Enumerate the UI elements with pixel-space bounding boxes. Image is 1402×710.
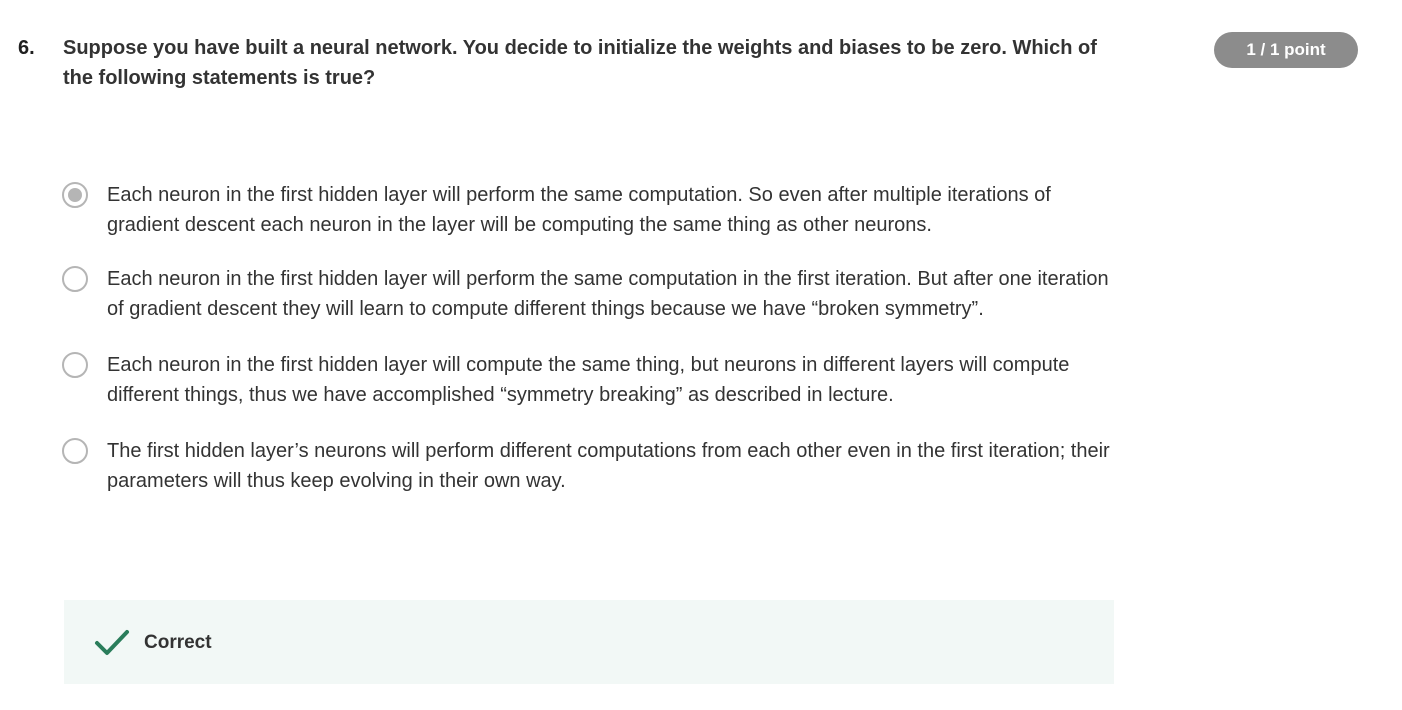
answer-option-4[interactable]: The first hidden layer’s neurons will pe… <box>62 436 1112 496</box>
radio-button[interactable] <box>62 266 88 292</box>
feedback-label: Correct <box>144 632 212 653</box>
answer-options: Each neuron in the first hidden layer wi… <box>62 180 1112 496</box>
answer-option-3[interactable]: Each neuron in the first hidden layer wi… <box>62 350 1112 410</box>
question-number: 6. <box>18 37 35 59</box>
answer-option-1[interactable]: Each neuron in the first hidden layer wi… <box>62 180 1112 240</box>
answer-option-text: Each neuron in the first hidden layer wi… <box>107 268 1109 320</box>
answer-option-2[interactable]: Each neuron in the first hidden layer wi… <box>62 264 1112 324</box>
answer-option-text: Each neuron in the first hidden layer wi… <box>107 354 1070 406</box>
checkmark-icon <box>95 630 129 655</box>
answer-option-text: The first hidden layer’s neurons will pe… <box>107 440 1110 492</box>
question-text: Suppose you have built a neural network.… <box>63 37 1097 89</box>
answer-option-text: Each neuron in the first hidden layer wi… <box>107 184 1051 236</box>
score-badge: 1 / 1 point <box>1214 32 1358 68</box>
radio-button[interactable] <box>62 438 88 464</box>
radio-button[interactable] <box>62 352 88 378</box>
feedback-panel: Correct <box>64 600 1114 684</box>
radio-button-selected[interactable] <box>62 182 88 208</box>
